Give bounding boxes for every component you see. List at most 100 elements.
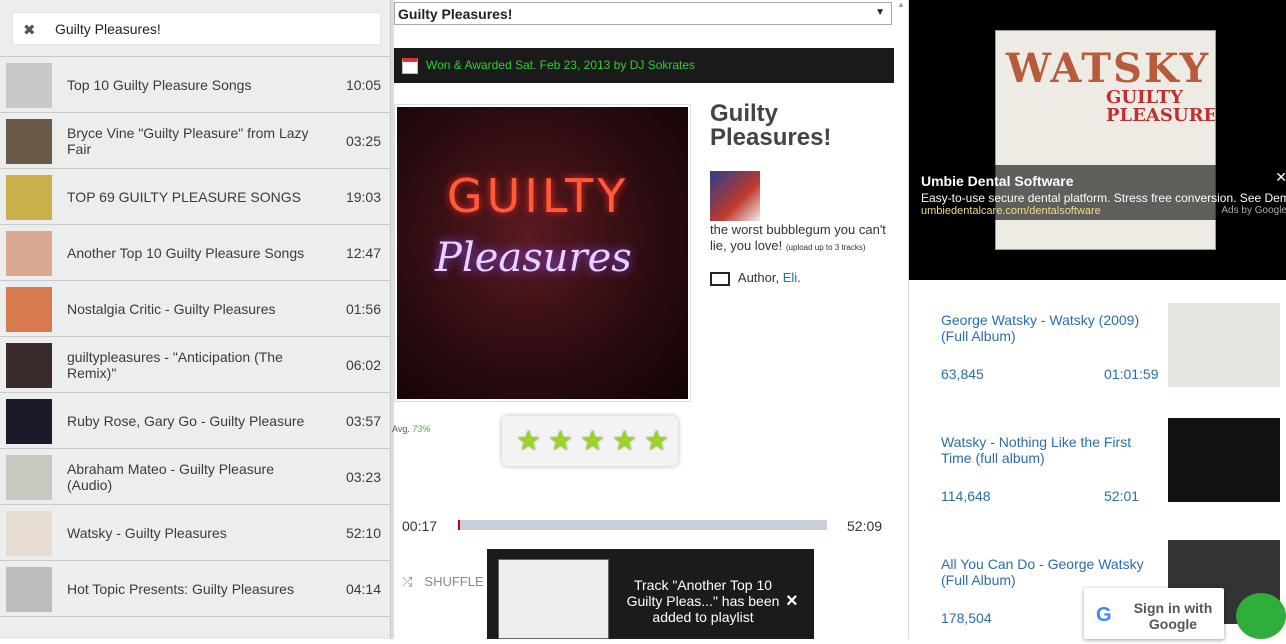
track-title: Another Top 10 Guilty Pleasure Songs — [67, 245, 305, 261]
track-duration: 03:25 — [345, 133, 381, 149]
playlist-panel: Guilty Pleasures! ▼ Won & Awarded Sat. F… — [392, 0, 894, 639]
search-input[interactable]: Guilty Pleasures! — [55, 21, 161, 37]
author-link[interactable]: Eli — [783, 270, 797, 285]
ad-description: Easy-to-use secure dental platform. Stre… — [921, 191, 1286, 205]
track-row[interactable]: Bryce Vine "Guilty Pleasure" from Lazy F… — [0, 113, 390, 169]
award-text: Won & Awarded Sat. Feb 23, 2013 by DJ So… — [426, 58, 696, 72]
related-item[interactable]: Watsky - Nothing Like the First Time (fu… — [909, 418, 1286, 522]
star-icon[interactable]: ★ — [548, 424, 573, 457]
ad-image-text-1: WATSKY — [1006, 45, 1211, 92]
track-row[interactable]: Hot Topic Presents: Guilty Pleasures 04:1… — [0, 561, 390, 617]
ad-attribution: Ads by Google — [1221, 205, 1286, 216]
ad-title[interactable]: Umbie Dental Software — [921, 173, 1073, 189]
track-thumbnail — [6, 455, 52, 500]
google-signin-label: Sign in with Google — [1133, 600, 1213, 632]
track-row[interactable]: guiltypleasures - "Anticipation (The Rem… — [0, 337, 390, 393]
bot-icon[interactable] — [1236, 593, 1286, 639]
related-views: 114,648 — [941, 488, 991, 504]
track-thumbnail — [6, 63, 52, 108]
current-time: 00:17 — [402, 518, 438, 534]
star-icon[interactable]: ★ — [580, 424, 605, 457]
close-icon[interactable]: × — [786, 590, 798, 613]
track-duration: 12:47 — [345, 245, 381, 261]
author-icon — [710, 271, 730, 286]
playlist-description: the worst bubblegum you can't lie, you l… — [710, 222, 888, 256]
track-duration: 06:02 — [345, 357, 381, 373]
total-time: 52:09 — [847, 518, 883, 534]
author-label: Author, — [737, 270, 780, 285]
google-signin-button[interactable]: G Sign in with Google — [1084, 588, 1224, 639]
track-row[interactable]: Nostalgia Critic - Guilty Pleasures 01:56 — [0, 281, 390, 337]
award-bar: Won & Awarded Sat. Feb 23, 2013 by DJ So… — [394, 48, 894, 83]
track-duration: 03:23 — [345, 469, 381, 485]
track-title: Abraham Mateo - Guilty Pleasure (Audio) — [67, 461, 274, 493]
google-icon: G — [1096, 604, 1112, 626]
author-suffix: . — [797, 270, 801, 285]
related-duration: 52:01 — [1104, 488, 1140, 504]
track-duration: 10:05 — [345, 77, 381, 93]
cover-neon-text-2: Pleasures — [435, 235, 632, 281]
related-thumbnail[interactable] — [1168, 418, 1280, 502]
close-icon[interactable]: ✕ — [1275, 169, 1286, 186]
track-row[interactable]: Watsky - Guilty Pleasures 52:10 — [0, 505, 390, 561]
related-panel: WATSKY GUILTY PLEASURES Umbie Dental Sof… — [908, 0, 1286, 639]
rating-stars[interactable]: ★ ★ ★ ★ ★ — [502, 416, 678, 466]
toast-notification: Track "Another Top 10 Guilty Pleas..." h… — [487, 549, 814, 639]
track-title: Top 10 Guilty Pleasure Songs — [67, 77, 252, 93]
track-thumbnail — [6, 119, 52, 164]
avg-label: Avg. — [392, 424, 410, 434]
avg-value: 73% — [412, 424, 431, 434]
track-duration: 19:03 — [345, 189, 381, 205]
track-duration: 03:57 — [345, 413, 381, 429]
track-thumbnail — [6, 343, 52, 388]
track-row[interactable]: Abraham Mateo - Guilty Pleasure (Audio) 0… — [0, 449, 390, 505]
track-row[interactable]: Another Top 10 Guilty Pleasure Songs 12:4… — [0, 225, 390, 281]
average-rating: Avg. 73% — [392, 424, 430, 434]
progress-fill — [458, 520, 460, 530]
track-duration: 04:14 — [345, 581, 381, 597]
related-thumbnail[interactable] — [1168, 303, 1280, 387]
cover-image: GUILTY Pleasures — [397, 107, 688, 399]
star-icon[interactable]: ★ — [612, 424, 637, 457]
star-icon[interactable]: ★ — [644, 424, 669, 457]
shuffle-label: SHUFFLE — [424, 574, 484, 589]
playlist-select[interactable]: Guilty Pleasures! ▼ — [394, 2, 892, 25]
related-item[interactable]: George Watsky - Watsky (2009) (Full Albu… — [909, 300, 1286, 400]
track-duration: 01:56 — [345, 301, 381, 317]
ad-banner[interactable]: WATSKY GUILTY PLEASURES Umbie Dental Sof… — [909, 0, 1286, 280]
toast-thumbnail — [498, 559, 609, 639]
track-row[interactable]: Ruby Rose, Gary Go - Guilty Pleasure 03:5… — [0, 393, 390, 449]
track-thumbnail — [6, 287, 52, 332]
track-title: Watsky - Guilty Pleasures — [67, 525, 227, 541]
close-icon[interactable]: ✖ — [23, 21, 36, 39]
track-title: Nostalgia Critic - Guilty Pleasures — [67, 301, 276, 317]
avatar[interactable] — [710, 171, 760, 221]
related-duration: 01:01:59 — [1104, 366, 1159, 382]
track-title: Hot Topic Presents: Guilty Pleasures — [67, 581, 294, 597]
track-row[interactable]: TOP 69 GUILTY PLEASURE SONGS 19:03 — [0, 169, 390, 225]
related-views: 63,845 — [941, 366, 984, 382]
related-title[interactable]: George Watsky - Watsky (2009) (Full Albu… — [941, 312, 1156, 344]
track-title: TOP 69 GUILTY PLEASURE SONGS — [67, 189, 301, 205]
ad-url[interactable]: umbiedentalcare.com/dentalsoftware — [921, 205, 1101, 217]
related-title[interactable]: Watsky - Nothing Like the First Time (fu… — [941, 434, 1156, 466]
ad-overlay[interactable]: Umbie Dental Software Easy-to-use secure… — [909, 165, 1286, 220]
playlist-title: Guilty Pleasures! — [710, 100, 832, 151]
cover-neon-text-1: GUILTY — [447, 169, 630, 223]
progress-bar[interactable] — [458, 520, 827, 530]
related-title[interactable]: All You Can Do - George Watsky (Full Alb… — [941, 556, 1156, 588]
playlist-select-value: Guilty Pleasures! — [398, 6, 513, 22]
search-box[interactable]: ✖ Guilty Pleasures! — [12, 12, 381, 45]
calendar-icon — [402, 58, 418, 74]
track-thumbnail — [6, 399, 52, 444]
star-icon[interactable]: ★ — [516, 424, 541, 457]
track-thumbnail — [6, 567, 52, 612]
shuffle-button[interactable]: ⤮ SHUFFLE — [402, 574, 484, 590]
related-views: 178,504 — [941, 610, 992, 626]
playlist-cover[interactable]: GUILTY Pleasures — [394, 104, 691, 402]
track-title: Ruby Rose, Gary Go - Guilty Pleasure — [67, 413, 305, 429]
track-duration: 52:10 — [345, 525, 381, 541]
track-row[interactable]: Top 10 Guilty Pleasure Songs 10:05 — [0, 57, 390, 113]
upload-note: (upload up to 3 tracks) — [785, 243, 866, 252]
scroll-up-arrow[interactable]: ▲ — [895, 0, 907, 14]
